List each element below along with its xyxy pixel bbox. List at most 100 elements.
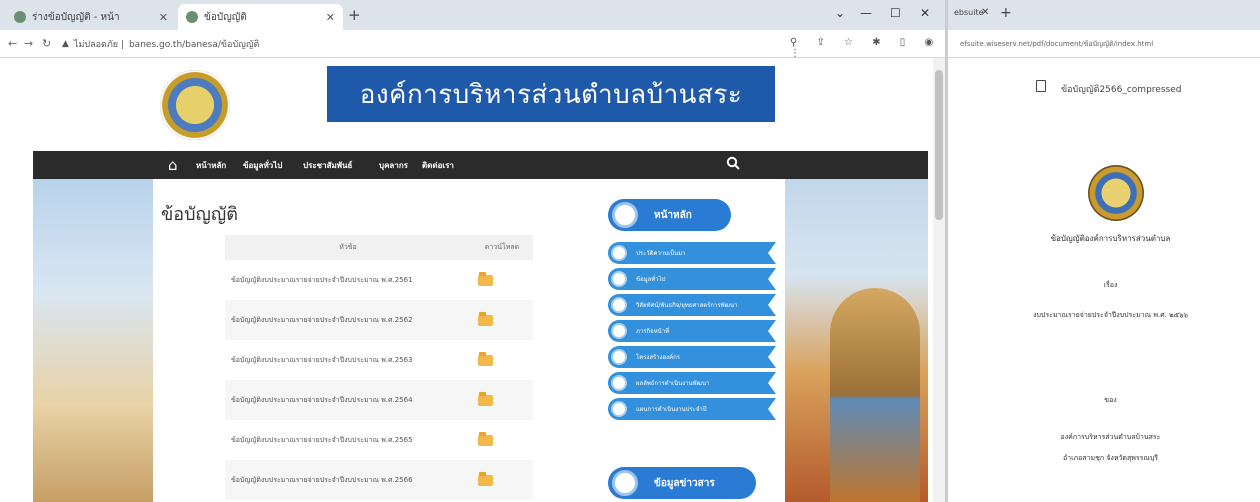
pdf-location: อำเภอสามชุก จังหวัดสุพรรณบุรี: [1062, 454, 1159, 462]
sidebar-item-label: วิสัยทัศน์/พันธกิจ/ยุทธศาสตร์การพัฒนา: [636, 302, 738, 309]
back-icon[interactable]: ←: [8, 37, 17, 50]
document-table: หัวข้อ ดาวน์โหลด ข้อบัญญัติงบประมาณรายจ่…: [225, 235, 533, 500]
pdf-subject: งบประมาณรายจ่ายประจำปีงบประมาณ พ.ศ. ๒๕๖๖: [1033, 311, 1188, 319]
sidebar-info-label: ข้อมูลข่าวสาร: [654, 477, 715, 489]
maximize-icon[interactable]: ☐: [890, 6, 901, 20]
organization-seal: [1088, 165, 1144, 221]
tab-1[interactable]: ร่างข้อบัญญัติ - หน้า ✕: [6, 4, 176, 30]
table-row[interactable]: ข้อบัญญัติงบประมาณรายจ่ายประจำปีงบประมาณ…: [225, 300, 533, 340]
tab-2[interactable]: ข้อบัญญัติ ✕: [178, 4, 343, 30]
new-tab-icon[interactable]: +: [1000, 5, 1012, 21]
nav-home[interactable]: หน้าหลัก: [196, 159, 226, 172]
site-banner: องค์การบริหารส่วนตำบลบ้านสระ: [327, 66, 775, 122]
pdf-address-bar[interactable]: efsuite.wiseserv.net/pdf/document/ข้อบัญ…: [948, 30, 1260, 58]
web-page: องค์การบริหารส่วนตำบลบ้านสระ ⌂ หน้าหลัก …: [0, 58, 935, 502]
browser-window: ร่างข้อบัญญัติ - หน้า ✕ ข้อบัญญัติ ✕ + ⌄…: [0, 0, 945, 502]
sidebar-item[interactable]: ภารกิจหน้าที่: [608, 320, 776, 342]
nav-general-info[interactable]: ข้อมูลทั่วไป: [243, 159, 282, 172]
document-link[interactable]: ข้อบัญญัติงบประมาณรายจ่ายประจำปีงบประมาณ…: [225, 435, 478, 446]
sidebar-item[interactable]: ข้อมูลทั่วไป: [608, 268, 776, 290]
sidebar-home-button[interactable]: หน้าหลัก: [608, 199, 731, 231]
sidebar-item-label: ภารกิจหน้าที่: [636, 328, 670, 335]
search-icon[interactable]: [726, 156, 740, 170]
sidebar-home-label: หน้าหลัก: [654, 209, 692, 221]
document-link[interactable]: ข้อบัญญัติงบประมาณรายจ่ายประจำปีงบประมาณ…: [225, 355, 478, 366]
pdf-organization: องค์การบริหารส่วนตำบลบ้านสระ: [1060, 433, 1161, 441]
minimize-icon[interactable]: —: [860, 6, 872, 20]
sidebar-item[interactable]: ประวัติความเป็นมา: [608, 242, 776, 264]
header-download: ดาวน์โหลด: [484, 243, 520, 251]
document-link[interactable]: ข้อบัญญัติงบประมาณรายจ่ายประจำปีงบประมาณ…: [225, 475, 478, 486]
header-name: หัวข้อ: [339, 243, 357, 251]
sidebar-item[interactable]: ผลลัพธ์การดำเนินงานพัฒนา: [608, 372, 776, 394]
menu-bullet-icon: [611, 349, 627, 365]
warning-icon: ▲: [62, 39, 69, 49]
sidebar-item[interactable]: แผนการดำเนินงานประจำปี: [608, 398, 776, 420]
new-tab-icon[interactable]: +: [348, 6, 361, 24]
table-row[interactable]: ข้อบัญญัติงบประมาณรายจ่ายประจำปีงบประมาณ…: [225, 460, 533, 500]
home-icon[interactable]: ⌂: [168, 156, 178, 174]
site-logo[interactable]: [160, 70, 230, 140]
table-row[interactable]: ข้อบัญญัติงบประมาณรายจ่ายประจำปีงบประมาณ…: [225, 380, 533, 420]
forward-icon[interactable]: →: [24, 37, 33, 50]
sidebar-item[interactable]: วิสัยทัศน์/พันธกิจ/ยุทธศาสตร์การพัฒนา: [608, 294, 776, 316]
tab-favicon: [186, 11, 198, 23]
folder-icon[interactable]: [478, 471, 493, 486]
table-row[interactable]: ข้อบัญญัติงบประมาณรายจ่ายประจำปีงบประมาณ…: [225, 420, 533, 460]
sidebar-info-button[interactable]: ข้อมูลข่าวสาร: [608, 467, 756, 499]
main-content: ข้อบัญญัติ หัวข้อ ดาวน์โหลด ข้อบัญญัติงบ…: [153, 179, 785, 502]
tab-title: ข้อบัญญัติ: [204, 11, 247, 23]
info-circle-icon: [612, 470, 638, 496]
menu-bullet-icon: [611, 375, 627, 391]
page-title: ข้อบัญญัติ: [161, 204, 238, 225]
close-tab-icon[interactable]: ✕: [326, 11, 335, 24]
nav-news[interactable]: ประชาสัมพันธ์: [303, 159, 352, 172]
menu-bullet-icon: [611, 271, 627, 287]
menu-bullet-icon: [611, 297, 627, 313]
tab-bar: ร่างข้อบัญญัติ - หน้า ✕ ข้อบัญญัติ ✕ + ⌄…: [0, 0, 945, 30]
close-tab-icon[interactable]: ✕: [159, 11, 168, 24]
nav-contact[interactable]: ติดต่อเรา: [422, 159, 454, 172]
sidebar-item-label: ผลลัพธ์การดำเนินงานพัฒนา: [636, 380, 710, 387]
pdf-tab-bar: ebsuite ✕ +: [948, 0, 1260, 30]
address-bar: ← → ↻ ▲ ไม่ปลอดภัย | banes.go.th/banesa/…: [0, 30, 945, 59]
reload-icon[interactable]: ↻: [42, 37, 51, 50]
sidebar-item[interactable]: โครงสร้างองค์กร: [608, 346, 776, 368]
folder-icon[interactable]: [478, 431, 493, 446]
table-header: หัวข้อ ดาวน์โหลด: [225, 235, 533, 260]
url-text: banes.go.th/banesa/ข้อบัญญัติ: [128, 40, 260, 50]
pdf-page: ข้อบัญญัติองค์การบริหารส่วนตำบล เรื่อง ง…: [968, 120, 1253, 502]
folder-icon[interactable]: [478, 351, 493, 366]
document-icon: [1036, 80, 1046, 92]
pdf-tab[interactable]: ebsuite: [954, 8, 984, 17]
chevron-down-icon[interactable]: ⌄: [835, 6, 845, 20]
close-window-icon[interactable]: ✕: [920, 6, 930, 20]
document-link[interactable]: ข้อบัญญัติงบประมาณรายจ่ายประจำปีงบประมาณ…: [225, 275, 478, 286]
folder-icon[interactable]: [478, 391, 493, 406]
close-tab-icon[interactable]: ✕: [981, 7, 989, 18]
menu-bullet-icon: [611, 323, 627, 339]
toolbar-icons[interactable]: ⚲ ⇪ ☆ ✱ ▯ ◉ ⋮: [790, 37, 945, 59]
home-circle-icon: [612, 202, 638, 228]
url-field[interactable]: ▲ ไม่ปลอดภัย | banes.go.th/banesa/ข้อบัญ…: [62, 35, 782, 53]
pdf-window: ebsuite ✕ + efsuite.wiseserv.net/pdf/doc…: [945, 0, 1260, 502]
scrollbar-thumb[interactable]: [935, 70, 943, 220]
sidebar-item-label: ประวัติความเป็นมา: [636, 250, 686, 257]
pdf-filename: ข้อบัญญัติ2566_compressed: [1061, 85, 1182, 95]
sidebar-menu: ประวัติความเป็นมา ข้อมูลทั่วไป วิสัยทัศน…: [608, 242, 776, 424]
sidebar-item-label: แผนการดำเนินงานประจำปี: [636, 406, 707, 413]
folder-icon[interactable]: [478, 311, 493, 326]
nav-staff[interactable]: บุคลากร: [379, 159, 408, 172]
sidebar-item-label: ข้อมูลทั่วไป: [636, 276, 666, 283]
document-link[interactable]: ข้อบัญญัติงบประมาณรายจ่ายประจำปีงบประมาณ…: [225, 395, 478, 406]
tab-title: ร่างข้อบัญญัติ - หน้า: [32, 11, 120, 23]
document-link[interactable]: ข้อบัญญัติงบประมาณรายจ่ายประจำปีงบประมาณ…: [225, 315, 478, 326]
pdf-heading: ข้อบัญญัติองค์การบริหารส่วนตำบล: [1050, 234, 1171, 243]
table-row[interactable]: ข้อบัญญัติงบประมาณรายจ่ายประจำปีงบประมาณ…: [225, 260, 533, 300]
background-image-left: [33, 179, 153, 502]
folder-icon[interactable]: [478, 271, 493, 286]
sidebar-item-label: โครงสร้างองค์กร: [636, 354, 680, 361]
pdf-toolbar: ข้อบัญญัติ2566_compressed: [948, 58, 1260, 106]
table-row[interactable]: ข้อบัญญัติงบประมาณรายจ่ายประจำปีงบประมาณ…: [225, 340, 533, 380]
menu-bullet-icon: [611, 401, 627, 417]
